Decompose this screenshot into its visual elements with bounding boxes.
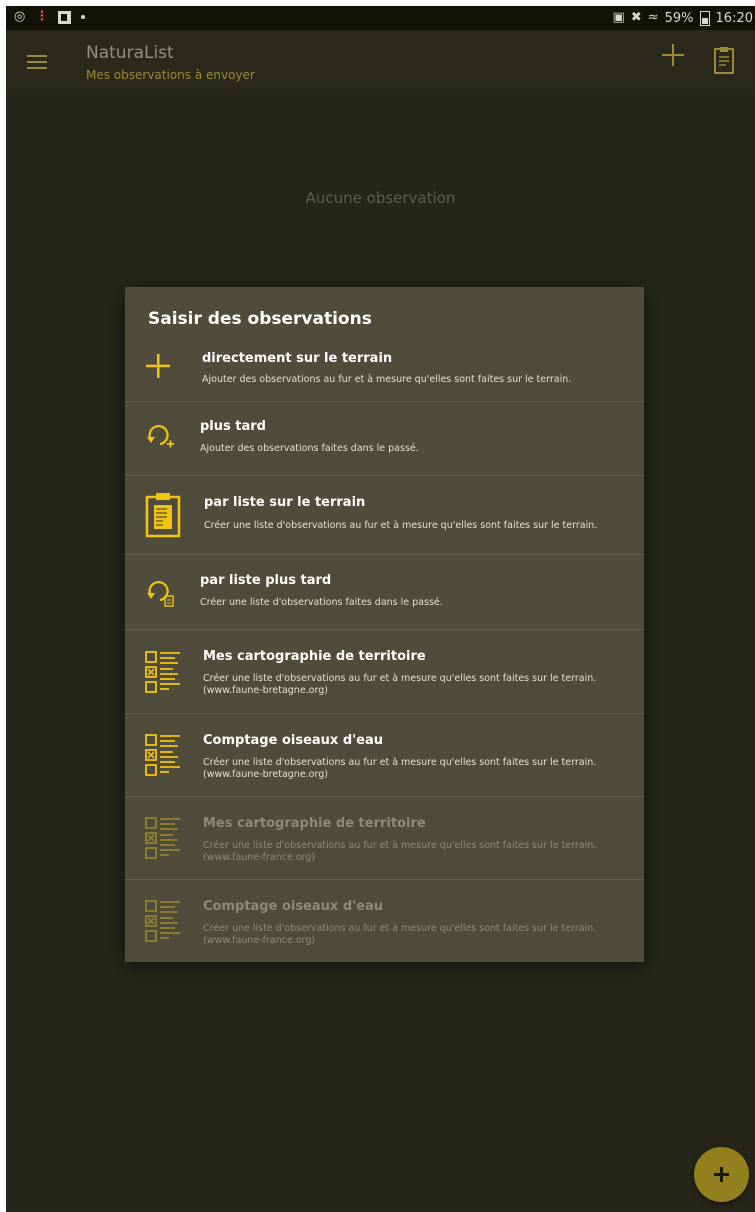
sync-icon: ◎ bbox=[14, 9, 26, 24]
history-plus-icon bbox=[147, 425, 174, 448]
option-title: directement sur le terrain bbox=[202, 351, 393, 366]
option-waterbird-france: Comptage oiseaux d'eau Créer une liste d… bbox=[125, 880, 644, 962]
flipboard-icon bbox=[58, 10, 72, 24]
option-description: Créer une liste d'observations au fur et… bbox=[204, 520, 598, 531]
plus-icon bbox=[146, 354, 170, 378]
option-title: par liste sur le terrain bbox=[204, 495, 366, 510]
option-description: Créer une liste d'observations au fur et… bbox=[203, 923, 597, 934]
input-mode-dialog: Saisir des observations directement sur … bbox=[125, 287, 644, 962]
option-list-field[interactable]: par liste sur le terrain Créer une liste… bbox=[125, 476, 644, 555]
app-title: NaturaList bbox=[86, 43, 174, 63]
option-description: Créer une liste d'observations faites da… bbox=[200, 597, 443, 608]
status-bar-right: ▣ ✖ ≈ 59% 16:20 bbox=[613, 10, 753, 26]
option-source: (www.faune-bretagne.org) bbox=[203, 685, 328, 696]
clock: 16:20 bbox=[715, 10, 753, 26]
option-title: Mes cartographie de territoire bbox=[203, 649, 426, 664]
alert-icon: ⋮ bbox=[35, 9, 49, 24]
option-waterbird-bretagne[interactable]: Comptage oiseaux d'eau Créer une liste d… bbox=[125, 714, 644, 797]
clipboard-icon[interactable] bbox=[714, 46, 734, 74]
checklist-icon bbox=[145, 734, 180, 776]
app-subtitle: Mes observations à envoyer bbox=[86, 68, 255, 82]
option-cartography-bretagne[interactable]: Mes cartographie de territoire Créer une… bbox=[125, 630, 644, 714]
menu-icon[interactable] bbox=[27, 55, 47, 69]
status-bar: ◎ ⋮ ▣ ✖ ≈ 59% 16:20 bbox=[6, 6, 755, 30]
option-later[interactable]: plus tard Ajouter des observations faite… bbox=[125, 402, 644, 476]
option-title: plus tard bbox=[200, 419, 266, 434]
option-field-direct[interactable]: directement sur le terrain Ajouter des o… bbox=[125, 343, 644, 402]
add-icon[interactable] bbox=[662, 44, 684, 66]
option-cartography-france: Mes cartographie de territoire Créer une… bbox=[125, 797, 644, 880]
battery-percent: 59% bbox=[664, 10, 694, 26]
option-source: (www.faune-bretagne.org) bbox=[203, 769, 328, 780]
empty-state-text: Aucune observation bbox=[305, 189, 456, 207]
clipboard-list-icon bbox=[145, 493, 181, 538]
option-list-later[interactable]: par liste plus tard Créer une liste d'ob… bbox=[125, 555, 644, 630]
wifi-icon: ≈ bbox=[647, 10, 659, 25]
option-title: par liste plus tard bbox=[200, 573, 332, 588]
app-bar: NaturaList Mes observations à envoyer bbox=[6, 30, 755, 90]
battery-icon bbox=[699, 10, 710, 26]
checklist-icon bbox=[145, 900, 180, 942]
option-description: Créer une liste d'observations au fur et… bbox=[203, 673, 597, 684]
dialog-title: Saisir des observations bbox=[148, 309, 372, 329]
cast-icon: ▣ bbox=[612, 10, 625, 25]
option-title: Mes cartographie de territoire bbox=[203, 816, 426, 831]
history-list-icon bbox=[147, 581, 174, 607]
option-title: Comptage oiseaux d'eau bbox=[203, 733, 383, 748]
option-description: Créer une liste d'observations au fur et… bbox=[203, 757, 597, 768]
checklist-icon bbox=[145, 651, 180, 693]
option-source: (www.faune-france.org) bbox=[203, 935, 316, 946]
option-source: (www.faune-france.org) bbox=[203, 852, 316, 863]
screen: ◎ ⋮ ▣ ✖ ≈ 59% 16:20 NaturaList Mes obser… bbox=[6, 6, 755, 1212]
add-observation-fab[interactable] bbox=[694, 1147, 749, 1202]
option-description: Ajouter des observations au fur et à mes… bbox=[202, 374, 572, 385]
option-title: Comptage oiseaux d'eau bbox=[203, 899, 383, 914]
option-description: Créer une liste d'observations au fur et… bbox=[203, 840, 597, 851]
more-notifications-icon bbox=[81, 15, 86, 19]
checklist-icon bbox=[145, 817, 180, 859]
option-description: Ajouter des observations faites dans le … bbox=[200, 443, 419, 454]
status-bar-left: ◎ ⋮ bbox=[14, 9, 86, 25]
mute-icon: ✖ bbox=[630, 10, 642, 25]
